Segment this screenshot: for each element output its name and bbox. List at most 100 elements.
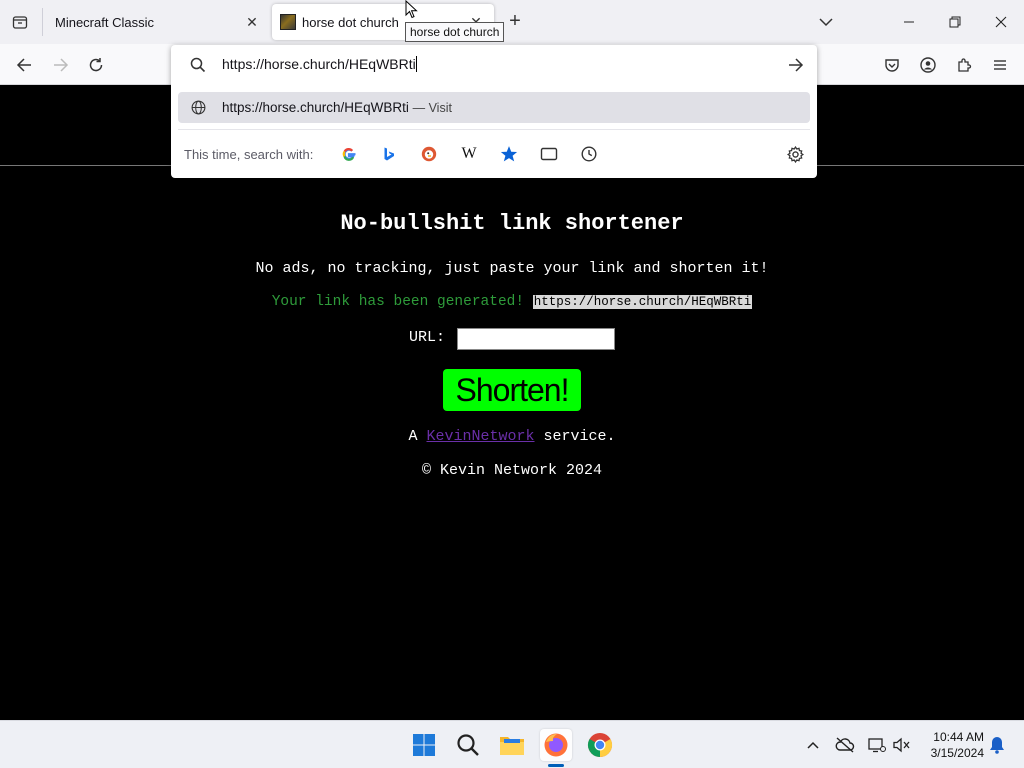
network-status[interactable] bbox=[867, 735, 887, 755]
history-icon[interactable] bbox=[579, 144, 599, 164]
search-settings-button[interactable] bbox=[785, 144, 805, 164]
url-input[interactable] bbox=[457, 328, 615, 350]
tab-title: Minecraft Classic bbox=[55, 14, 154, 30]
service-prefix: A bbox=[408, 428, 418, 445]
chevron-down-icon bbox=[819, 18, 833, 27]
url-row: URL: bbox=[409, 328, 615, 350]
close-window-button[interactable] bbox=[987, 8, 1015, 36]
active-app-indicator bbox=[548, 764, 564, 767]
address-bar-text: https://horse.church/HEqWBRti bbox=[222, 56, 416, 72]
address-bar[interactable]: https://horse.church/HEqWBRti bbox=[171, 45, 817, 85]
notifications-button[interactable] bbox=[987, 735, 1007, 755]
firefox-taskbar-button[interactable] bbox=[540, 729, 572, 761]
start-button[interactable] bbox=[408, 729, 440, 761]
url-label: URL: bbox=[409, 329, 446, 346]
search-icon bbox=[190, 57, 206, 73]
system-clock[interactable]: 10:44 AM 3/15/2024 bbox=[918, 729, 984, 761]
firefox-view-button[interactable] bbox=[8, 10, 32, 34]
bing-icon[interactable] bbox=[379, 144, 399, 164]
puzzle-icon bbox=[958, 58, 972, 72]
generated-text: Your link has been generated! bbox=[271, 294, 525, 310]
service-credit: A KevinNetwork service. bbox=[0, 428, 1024, 445]
chrome-taskbar-button[interactable] bbox=[584, 729, 616, 761]
tab-tooltip: horse dot church bbox=[405, 22, 505, 42]
new-tab-button[interactable]: + bbox=[504, 11, 526, 33]
go-arrow-icon[interactable] bbox=[788, 57, 804, 73]
duckduckgo-icon[interactable] bbox=[419, 144, 439, 164]
web-page: No-bullshit link shortener No ads, no tr… bbox=[0, 85, 1024, 720]
panel-divider bbox=[178, 129, 810, 130]
bookmarks-icon[interactable] bbox=[499, 144, 519, 164]
speaker-muted-icon bbox=[893, 737, 910, 753]
bell-icon bbox=[990, 737, 1004, 754]
folder-icon bbox=[500, 737, 524, 755]
forward-button[interactable] bbox=[48, 52, 74, 78]
globe-icon bbox=[191, 100, 206, 115]
chrome-icon bbox=[587, 733, 613, 757]
copyright: © Kevin Network 2024 bbox=[421, 462, 603, 479]
reload-icon bbox=[89, 58, 103, 72]
back-button[interactable] bbox=[11, 52, 37, 78]
firefox-view-icon bbox=[12, 16, 28, 29]
result-action: — Visit bbox=[412, 101, 452, 115]
mouse-cursor-icon bbox=[405, 0, 418, 19]
tab-separator bbox=[42, 8, 43, 36]
page-title: No-bullshit link shortener bbox=[340, 211, 684, 236]
shorten-button[interactable]: Shorten! bbox=[443, 369, 581, 411]
menu-button[interactable] bbox=[987, 52, 1013, 78]
firefox-icon bbox=[544, 733, 568, 757]
windows-taskbar: 10:44 AM 3/15/2024 bbox=[0, 720, 1024, 768]
tab-window-icon bbox=[540, 147, 558, 161]
address-bar-value[interactable]: https://horse.church/HEqWBRti bbox=[222, 56, 417, 72]
show-hidden-icons-button[interactable] bbox=[803, 735, 823, 755]
tab-strip: Minecraft Classic ✕ horse dot church ✕ + bbox=[0, 0, 1024, 44]
account-icon bbox=[920, 57, 936, 73]
extensions-button[interactable] bbox=[951, 52, 977, 78]
minimize-button[interactable] bbox=[895, 8, 923, 36]
file-explorer-button[interactable] bbox=[496, 729, 528, 761]
urlbar-result-visit[interactable]: https://horse.church/HEqWBRti — Visit bbox=[178, 92, 810, 123]
generated-link[interactable]: https://horse.church/HEqWBRti bbox=[532, 295, 753, 309]
generated-message: Your link has been generated! https://ho… bbox=[0, 294, 1024, 310]
clock-date: 3/15/2024 bbox=[930, 746, 984, 760]
tab-title: horse dot church bbox=[302, 14, 399, 30]
tabs-icon[interactable] bbox=[539, 144, 559, 164]
tab-close-icon[interactable]: ✕ bbox=[244, 14, 260, 30]
restore-button[interactable] bbox=[941, 8, 969, 36]
reload-button[interactable] bbox=[83, 52, 109, 78]
pocket-icon bbox=[885, 59, 899, 72]
wikipedia-icon[interactable]: W bbox=[459, 144, 479, 164]
close-icon bbox=[995, 16, 1007, 28]
search-icon bbox=[457, 734, 479, 756]
result-url: https://horse.church/HEqWBRti — Visit bbox=[222, 100, 452, 115]
arrow-right-icon bbox=[54, 58, 69, 72]
volume-status[interactable] bbox=[892, 735, 912, 755]
service-suffix: service. bbox=[543, 428, 616, 445]
star-icon bbox=[500, 146, 518, 162]
arrow-left-icon bbox=[16, 58, 31, 72]
tagline: No ads, no tracking, just paste your lin… bbox=[255, 260, 769, 277]
taskbar-search-button[interactable] bbox=[452, 729, 484, 761]
windows-logo-icon bbox=[413, 734, 435, 756]
search-with-label: This time, search with: bbox=[184, 147, 314, 162]
minimize-icon bbox=[904, 21, 914, 23]
network-monitor-icon bbox=[868, 738, 886, 753]
google-icon[interactable] bbox=[339, 144, 359, 164]
onedrive-status[interactable] bbox=[835, 735, 855, 755]
cloud-offline-icon bbox=[835, 737, 855, 753]
gear-icon bbox=[786, 145, 804, 163]
kevinnetwork-link[interactable]: KevinNetwork bbox=[426, 428, 534, 445]
list-all-tabs-button[interactable] bbox=[816, 12, 836, 32]
result-url-text: https://horse.church/HEqWBRti bbox=[222, 100, 409, 115]
bing-logo bbox=[384, 147, 394, 161]
account-button[interactable] bbox=[915, 52, 941, 78]
duckduckgo-logo bbox=[421, 146, 437, 162]
text-caret bbox=[415, 56, 417, 72]
restore-icon bbox=[949, 16, 961, 28]
clock-icon bbox=[581, 146, 597, 162]
tab-minecraft-classic[interactable]: Minecraft Classic ✕ bbox=[44, 4, 270, 40]
pocket-button[interactable] bbox=[879, 52, 905, 78]
site-favicon-icon bbox=[280, 14, 296, 30]
hamburger-menu-icon bbox=[994, 60, 1006, 70]
chevron-up-icon bbox=[807, 741, 819, 749]
